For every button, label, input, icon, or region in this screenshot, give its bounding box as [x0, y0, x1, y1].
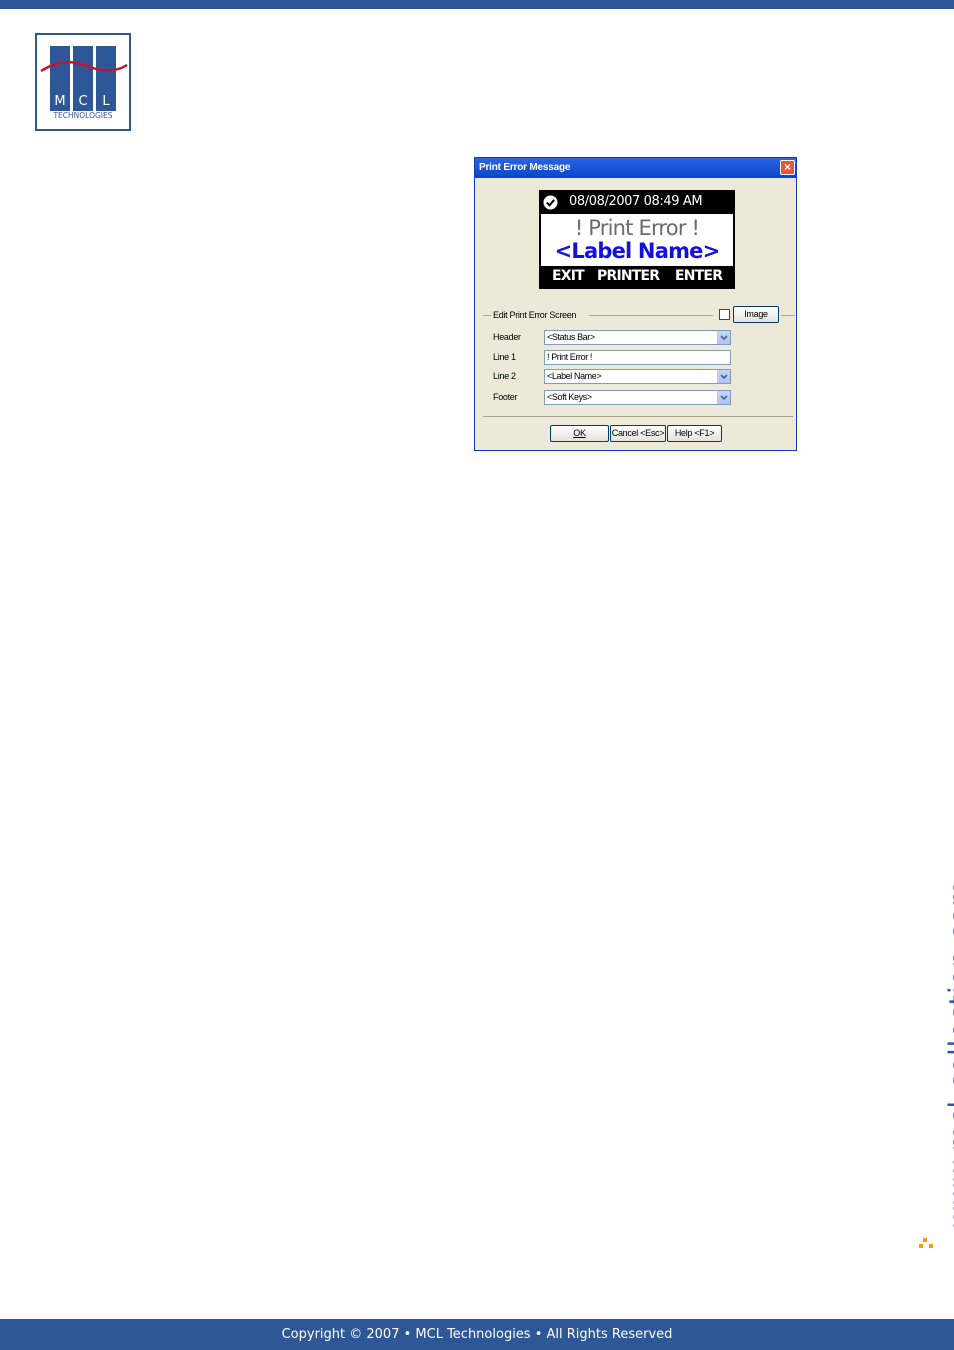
lcd-status-bar: 08/08/2007 08:49 AM [539, 190, 735, 214]
logo-letter-c: C [78, 94, 87, 109]
lcd-softkeys: EXIT PRINTER ENTER [539, 267, 735, 289]
line2-select[interactable]: <Label Name> [544, 369, 731, 384]
group-divider [781, 315, 795, 316]
side-website-url: www.mcl-collection.com [912, 868, 954, 1228]
logo-letter-m: M [54, 94, 65, 109]
mcl-logo: M C L TECHNOLOGIES [35, 33, 131, 131]
help-button-label: Help <F1> [674, 428, 715, 438]
lcd-line-1: ! Print Error ! [574, 216, 700, 240]
group-divider [483, 315, 491, 316]
top-bar [0, 0, 954, 9]
logo-letter-l: L [102, 94, 110, 109]
dialog-title: Print Error Message [479, 162, 571, 173]
copyright-text: Copyright © 2007 • MCL Technologies • Al… [281, 1327, 673, 1342]
lcd-datetime: 08/08/2007 08:49 AM [569, 194, 703, 209]
dialog-titlebar[interactable]: Print Error Message × [475, 158, 796, 178]
print-error-dialog: Print Error Message × 08/08/2007 08:49 A… [474, 157, 797, 451]
line1-label: Line 1 [493, 352, 516, 362]
button-divider [483, 416, 793, 417]
line1-input-value: ! Print Error ! [547, 352, 593, 362]
image-button-label: Image [744, 309, 768, 319]
cancel-button-label: Cancel <Esc> [611, 428, 665, 438]
footer-select[interactable]: <Soft Keys> [544, 390, 731, 405]
image-checkbox[interactable] [719, 309, 730, 320]
header-select[interactable]: <Status Bar> [544, 330, 731, 345]
lcd-line-2: <Label Name> [554, 239, 721, 263]
lcd-body: ! Print Error ! <Label Name> [541, 214, 733, 266]
footer-select-value: <Soft Keys> [547, 392, 592, 402]
ok-button[interactable]: OK [550, 425, 609, 442]
footer-label: Footer [493, 392, 518, 402]
line2-label: Line 2 [493, 371, 516, 381]
help-button[interactable]: Help <F1> [667, 425, 722, 442]
close-button[interactable]: × [780, 160, 795, 175]
image-button[interactable]: Image [733, 306, 779, 323]
group-divider [589, 315, 713, 316]
header-label: Header [493, 332, 521, 342]
chevron-down-icon[interactable] [717, 391, 730, 404]
lcd-preview: 08/08/2007 08:49 AM ! Print Error ! <Lab… [539, 190, 735, 289]
ok-button-label: OK [573, 428, 586, 438]
cancel-button[interactable]: Cancel <Esc> [610, 425, 666, 442]
website-url-text: www.mcl-collection.com [944, 879, 954, 1228]
softkey-enter: ENTER [675, 268, 723, 284]
logo-subtitle: TECHNOLOGIES [52, 111, 112, 120]
softkey-exit: EXIT [552, 268, 585, 284]
chevron-down-icon[interactable] [717, 331, 730, 344]
softkey-printer: PRINTER [597, 268, 660, 284]
chevron-down-icon[interactable] [717, 370, 730, 383]
line1-input[interactable]: ! Print Error ! [544, 350, 731, 365]
header-select-value: <Status Bar> [547, 332, 595, 342]
line2-select-value: <Label Name> [547, 371, 602, 381]
close-icon: × [783, 160, 791, 174]
dots-icon [919, 1238, 933, 1248]
group-label: Edit Print Error Screen [493, 310, 577, 320]
page-footer: Copyright © 2007 • MCL Technologies • Al… [0, 1319, 954, 1350]
check-circle-icon [543, 195, 558, 210]
